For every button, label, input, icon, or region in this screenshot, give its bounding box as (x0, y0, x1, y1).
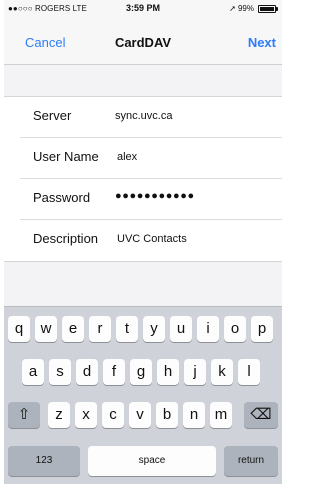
key-z[interactable]: z (48, 402, 70, 428)
status-right: ➚ 99% (229, 4, 278, 13)
key-x[interactable]: x (75, 402, 97, 428)
key-w[interactable]: w (35, 316, 57, 342)
description-field[interactable]: UVC Contacts (117, 233, 187, 245)
keyboard: q w e r t y u i o p a s d f g h j k l ⇧ … (4, 306, 282, 484)
server-row[interactable]: Server sync.uvc.ca (4, 97, 282, 138)
key-e[interactable]: e (62, 316, 84, 342)
battery-icon (258, 4, 278, 13)
description-label: Description (33, 231, 99, 246)
key-d[interactable]: d (76, 359, 98, 385)
space-key[interactable]: space (88, 446, 216, 476)
username-row[interactable]: User Name alex (4, 138, 282, 179)
key-s[interactable]: s (49, 359, 71, 385)
key-p[interactable]: p (251, 316, 273, 342)
key-v[interactable]: v (129, 402, 151, 428)
key-y[interactable]: y (143, 316, 165, 342)
key-u[interactable]: u (170, 316, 192, 342)
key-q[interactable]: q (8, 316, 30, 342)
delete-key[interactable]: ⌫ (244, 402, 278, 428)
numbers-key[interactable]: 123 (8, 446, 80, 476)
key-t[interactable]: t (116, 316, 138, 342)
key-r[interactable]: r (89, 316, 111, 342)
server-label: Server (33, 108, 72, 123)
description-row[interactable]: Description UVC Contacts (4, 220, 282, 261)
key-i[interactable]: i (197, 316, 219, 342)
key-j[interactable]: j (184, 359, 206, 385)
return-key[interactable]: return (224, 446, 278, 476)
account-form: Server sync.uvc.ca User Name alex Passwo… (4, 96, 282, 262)
key-f[interactable]: f (103, 359, 125, 385)
key-n[interactable]: n (183, 402, 205, 428)
key-g[interactable]: g (130, 359, 152, 385)
status-bar: ●●○○○ ROGERS LTE 3:59 PM ➚ 99% (4, 0, 282, 18)
phone-screen: ●●○○○ ROGERS LTE 3:59 PM ➚ 99% Cancel Ca… (4, 0, 282, 484)
key-k[interactable]: k (211, 359, 233, 385)
key-h[interactable]: h (157, 359, 179, 385)
key-a[interactable]: a (22, 359, 44, 385)
key-l[interactable]: l (238, 359, 260, 385)
shift-key[interactable]: ⇧ (8, 402, 40, 428)
key-c[interactable]: c (102, 402, 124, 428)
delete-icon: ⌫ (250, 406, 272, 423)
server-field[interactable]: sync.uvc.ca (115, 110, 172, 122)
location-icon: ➚ (229, 4, 236, 13)
shift-icon: ⇧ (17, 406, 31, 423)
password-row[interactable]: Password ●●●●●●●●●●● (4, 179, 282, 220)
battery-percent: 99% (237, 4, 254, 13)
username-label: User Name (33, 149, 99, 164)
key-m[interactable]: m (210, 402, 232, 428)
username-field[interactable]: alex (117, 151, 137, 163)
next-button[interactable]: Next (248, 35, 276, 50)
password-field[interactable]: ●●●●●●●●●●● (115, 190, 195, 202)
page-title: CardDAV (114, 35, 172, 50)
navigation-bar: Cancel CardDAV Next (4, 18, 282, 65)
key-b[interactable]: b (156, 402, 178, 428)
key-o[interactable]: o (224, 316, 246, 342)
password-label: Password (33, 190, 91, 205)
